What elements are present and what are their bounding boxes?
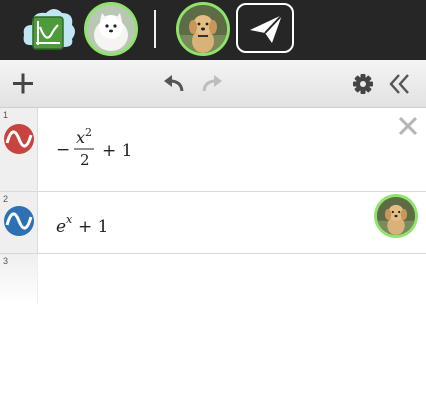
settings-button[interactable]: [349, 70, 377, 98]
redo-icon: [202, 75, 222, 92]
top-bar: [0, 0, 426, 60]
expression-math[interactable]: e x + 1: [54, 214, 174, 238]
expression-number: 2: [3, 194, 9, 204]
add-expression-button[interactable]: [10, 70, 38, 98]
double-chevron-left-icon: [389, 74, 409, 94]
app-logo-icon[interactable]: [20, 5, 78, 55]
close-icon: [398, 116, 418, 136]
math-exponent: 2: [85, 128, 92, 139]
expression-row[interactable]: 1 − x 2 2 + 1: [0, 108, 426, 192]
user-avatar-white-dog[interactable]: [84, 2, 138, 56]
send-button[interactable]: [236, 3, 294, 53]
expression-gutter: 1: [0, 108, 38, 191]
collapse-list-button[interactable]: [386, 70, 414, 98]
undo-icon: [164, 75, 184, 92]
user-avatar-golden-dog[interactable]: [176, 2, 230, 56]
expression-number: 1: [3, 110, 9, 120]
delete-expression-button[interactable]: [396, 114, 420, 138]
plus-icon: [13, 73, 33, 94]
expression-row-empty[interactable]: 3: [0, 254, 426, 304]
expression-gutter: 3: [0, 254, 38, 304]
expression-list: 1 − x 2 2 + 1 2 e x + 1 3: [0, 108, 426, 400]
math-base: e: [56, 217, 66, 237]
undo-button[interactable]: [160, 70, 188, 98]
math-exponent: x: [66, 214, 73, 226]
collaborator-avatar[interactable]: [374, 194, 418, 238]
math-tail: + 1: [78, 217, 108, 237]
expression-math[interactable]: − x 2 2 + 1: [54, 128, 174, 168]
expression-row[interactable]: 2 e x + 1: [0, 192, 426, 254]
math-minus: −: [56, 140, 70, 160]
curve-color-icon[interactable]: [4, 124, 34, 154]
expression-gutter: 2: [0, 192, 38, 253]
math-denominator: 2: [80, 151, 90, 168]
expression-toolbar: [0, 60, 426, 108]
math-variable: x: [76, 128, 85, 147]
redo-button[interactable]: [198, 70, 226, 98]
send-icon: [250, 14, 283, 43]
curve-color-icon[interactable]: [4, 206, 34, 236]
expression-number: 3: [3, 256, 9, 266]
math-tail: + 1: [102, 141, 132, 161]
topbar-divider: [154, 10, 156, 48]
gear-icon: [353, 74, 373, 94]
